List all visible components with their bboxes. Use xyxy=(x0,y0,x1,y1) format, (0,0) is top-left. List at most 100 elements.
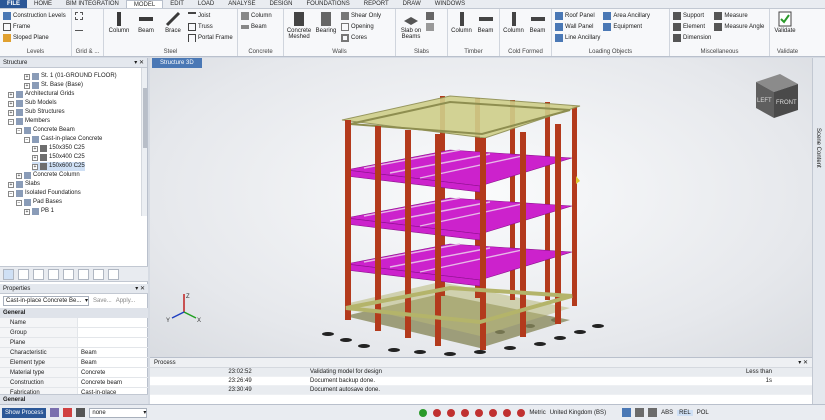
tree-item[interactable]: + Sub Structures xyxy=(8,108,65,117)
cold-formed-beam-button[interactable]: Beam xyxy=(527,11,548,34)
tab-analyse[interactable]: ANALYSE xyxy=(221,0,262,8)
model-canvas[interactable]: Z X Y LEFT FRONT xyxy=(150,58,812,358)
process-row[interactable]: 23:02:52 Validating model for design Less … xyxy=(150,368,812,384)
property-row[interactable]: Plane xyxy=(0,338,148,348)
tab-load[interactable]: LOAD xyxy=(191,0,221,8)
tree-item[interactable]: + St. 1 (01-GROUND FLOOR) xyxy=(24,72,117,81)
apply-button[interactable]: Apply... xyxy=(116,298,136,304)
show-process-button[interactable]: Show Process xyxy=(2,407,47,418)
expand-toggle-icon[interactable]: + xyxy=(32,154,38,161)
property-row[interactable]: Name xyxy=(0,318,148,328)
tree-item[interactable]: +150x600 C25 xyxy=(32,162,85,171)
expand-toggle-icon[interactable]: + xyxy=(24,208,30,215)
filter-combo[interactable]: none ▾ xyxy=(89,407,148,418)
wall-panel-button[interactable]: Wall Panel xyxy=(555,22,600,32)
property-row[interactable]: Group xyxy=(0,328,148,338)
properties-group-general[interactable]: General xyxy=(0,308,148,318)
tree-item[interactable]: − Pad Bases xyxy=(16,198,62,207)
tab-foundations[interactable]: FOUNDATIONS xyxy=(300,0,357,8)
expand-toggle-icon[interactable]: + xyxy=(8,91,14,98)
tab-structure-3d[interactable]: Structure 3D xyxy=(152,58,202,68)
cold-formed-column-button[interactable]: Column xyxy=(503,11,524,34)
loadcase-view-button[interactable] xyxy=(18,268,29,280)
area-ancillary-button[interactable]: Area Ancillary xyxy=(603,11,650,21)
status-icon-1[interactable] xyxy=(50,408,60,417)
status-ok-icon[interactable] xyxy=(419,408,428,417)
steel-beam-button[interactable]: Beam xyxy=(134,11,158,34)
slab-tool-1[interactable] xyxy=(426,11,434,21)
steel-column-button[interactable]: Column xyxy=(107,11,131,34)
bearing-wall-button[interactable]: Bearing xyxy=(314,11,338,34)
property-value[interactable]: Concrete beam xyxy=(78,378,122,388)
snap-icon[interactable] xyxy=(622,408,632,417)
expand-toggle-icon[interactable]: + xyxy=(16,172,22,179)
truss-button[interactable]: Truss xyxy=(188,22,233,32)
property-value[interactable]: Beam xyxy=(78,348,97,358)
library-view-button[interactable] xyxy=(93,268,104,280)
tab-file[interactable]: FILE xyxy=(0,0,27,8)
timber-beam-button[interactable]: Beam xyxy=(475,11,496,34)
validate-button[interactable]: Validate xyxy=(773,11,797,34)
expand-toggle-icon[interactable]: + xyxy=(8,181,14,188)
settings-view-button[interactable] xyxy=(108,268,119,280)
tree-item[interactable]: + PB 1 xyxy=(24,207,54,216)
graphic-view-button[interactable] xyxy=(48,268,59,280)
expand-toggle-icon[interactable]: − xyxy=(8,190,14,197)
equipment-button[interactable]: Equipment xyxy=(603,22,650,32)
tab-draw[interactable]: DRAW xyxy=(396,0,428,8)
concrete-meshed-wall-button[interactable]: Concrete Meshed xyxy=(287,11,311,40)
tab-windows[interactable]: WINDOWS xyxy=(428,0,472,8)
shear-only-button[interactable]: Shear Only xyxy=(341,11,381,21)
expand-toggle-icon[interactable]: + xyxy=(24,82,30,89)
expand-toggle-icon[interactable]: − xyxy=(16,127,22,134)
tree-item[interactable]: − Members xyxy=(8,117,50,126)
tab-model[interactable]: MODEL xyxy=(125,0,164,8)
property-value[interactable]: Beam xyxy=(78,358,97,368)
cores-button[interactable]: Cores xyxy=(341,33,381,43)
slab-on-beams-button[interactable]: Slab on Beams xyxy=(399,11,423,40)
tree-item[interactable]: + Slabs xyxy=(8,180,40,189)
portal-frame-button[interactable]: Portal Frame xyxy=(188,33,233,43)
status-error-icon[interactable] xyxy=(433,408,442,417)
units-mode[interactable]: Metric xyxy=(529,410,545,416)
ortho-icon[interactable] xyxy=(648,408,658,417)
tab-home[interactable]: HOME xyxy=(27,0,59,8)
property-row[interactable]: Material type Concrete xyxy=(0,368,148,378)
property-value[interactable]: Concrete xyxy=(78,368,105,378)
slab-tool-2[interactable] xyxy=(426,22,434,32)
element-button[interactable]: Element xyxy=(673,22,711,32)
layers-view-button[interactable] xyxy=(78,268,89,280)
lock-view-button[interactable] xyxy=(63,268,74,280)
property-row[interactable]: Construction Concrete beam xyxy=(0,378,148,388)
status-error-icon-6[interactable] xyxy=(503,408,512,417)
measure-angle-button[interactable]: Measure Angle xyxy=(714,22,764,32)
structure-3d-viewport[interactable]: Z X Y LEFT FRONT xyxy=(150,58,812,358)
save-button[interactable]: Save... xyxy=(93,298,112,304)
tree-item[interactable]: − Isolated Foundations xyxy=(8,189,81,198)
groups-view-button[interactable] xyxy=(33,268,44,280)
status-error-icon-3[interactable] xyxy=(461,408,470,417)
joist-button[interactable]: Joist xyxy=(188,11,233,21)
tree-item[interactable]: + Concrete Column xyxy=(16,171,80,180)
measure-button[interactable]: Measure xyxy=(714,11,764,21)
grid-button-2[interactable] xyxy=(75,22,83,32)
toggle-rel[interactable]: REL xyxy=(677,409,693,416)
expand-toggle-icon[interactable]: + xyxy=(32,145,38,152)
pin-icon[interactable]: ▾ ✕ xyxy=(135,284,145,293)
steel-brace-button[interactable]: Brace xyxy=(161,11,185,34)
expand-toggle-icon[interactable]: − xyxy=(24,136,30,143)
status-error-icon-4[interactable] xyxy=(475,408,484,417)
tree-item[interactable]: + St. Base (Base) xyxy=(24,81,83,90)
locale-code[interactable]: United Kingdom (BS) xyxy=(550,410,606,416)
tab-design[interactable]: DESIGN xyxy=(262,0,299,8)
expand-toggle-icon[interactable]: − xyxy=(8,118,14,125)
tree-item[interactable]: − Concrete Beam xyxy=(16,126,75,135)
timber-column-button[interactable]: Column xyxy=(451,11,472,34)
expand-toggle-icon[interactable]: + xyxy=(24,73,30,80)
toggle-abs[interactable]: ABS xyxy=(661,410,673,416)
dimension-button[interactable]: Dimension xyxy=(673,33,711,43)
view-cube[interactable]: LEFT FRONT xyxy=(756,74,798,118)
concrete-column-button[interactable]: Column xyxy=(241,11,272,21)
grid-snap-icon[interactable] xyxy=(635,408,645,417)
scene-content-sidebar[interactable]: Scene Content xyxy=(812,58,825,404)
